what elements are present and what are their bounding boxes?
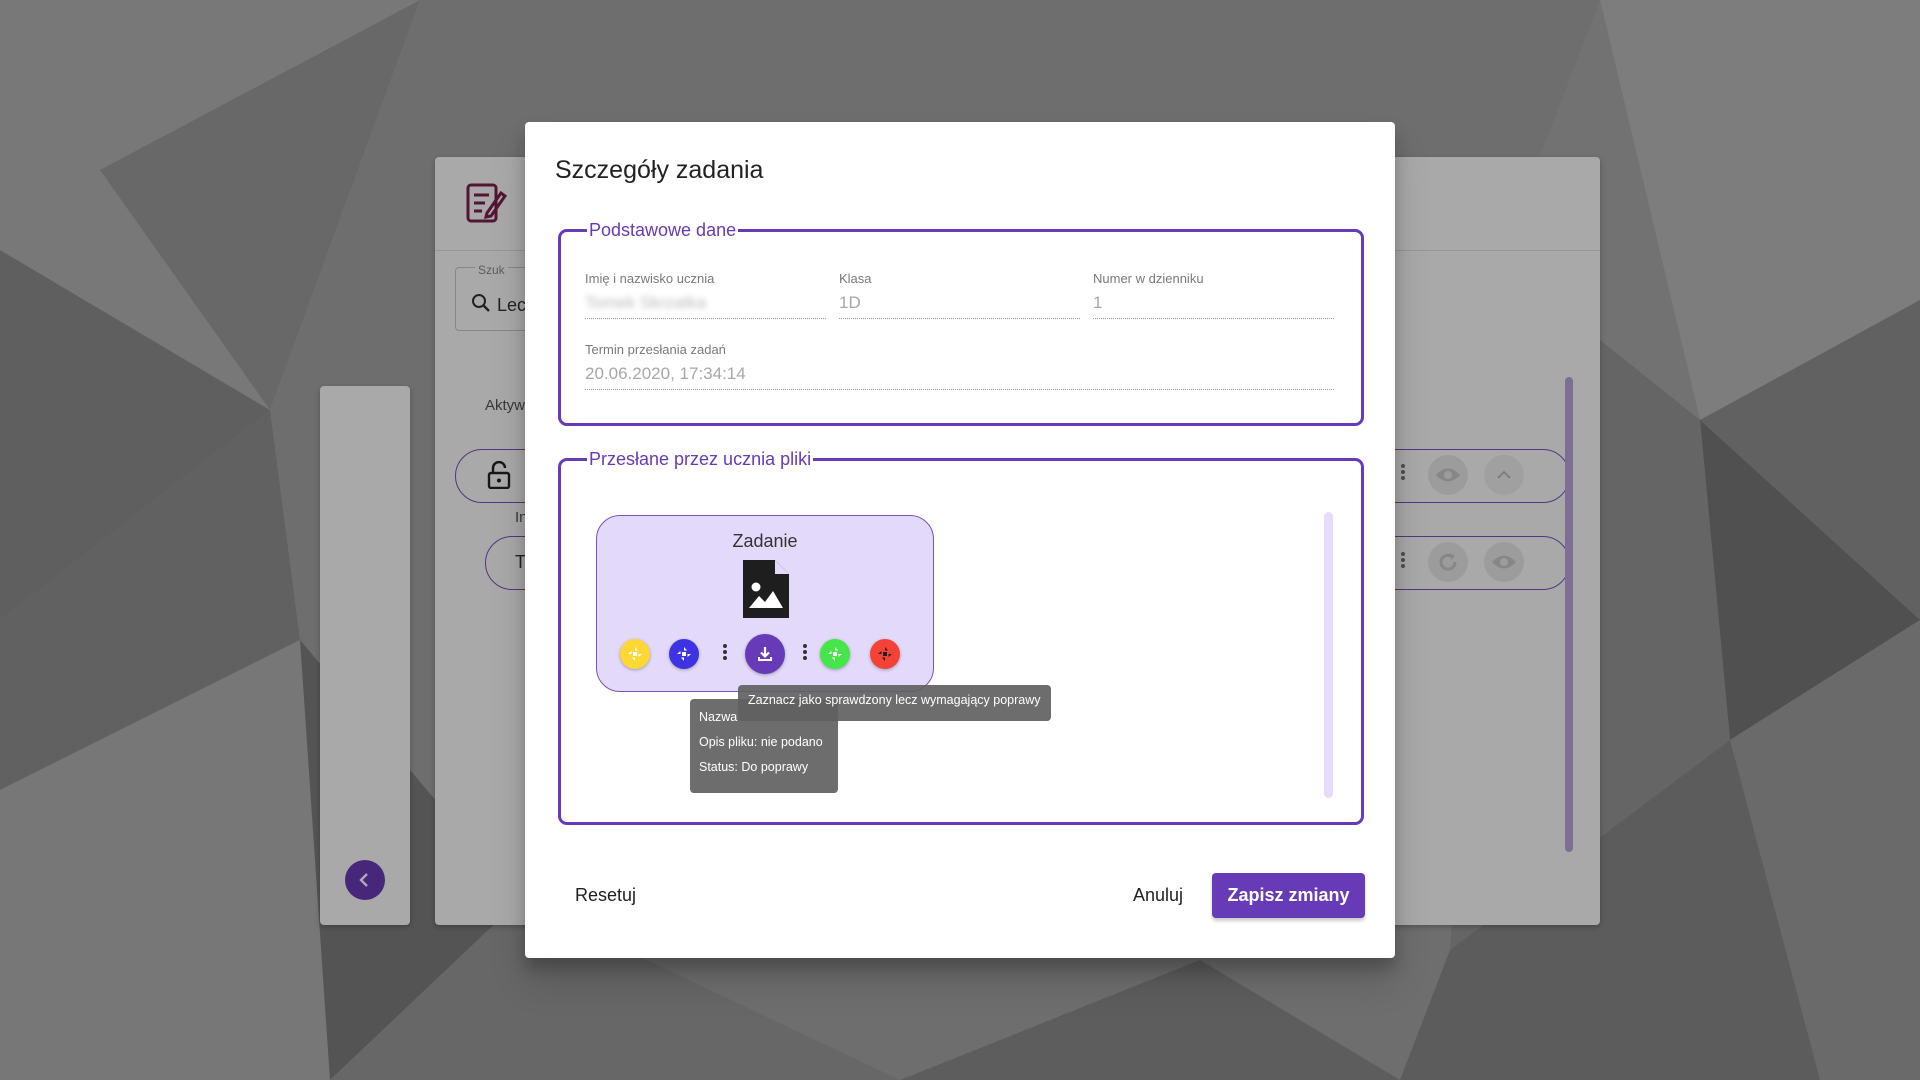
task-details-dialog: Szczegóły zadania Podstawowe dane Imię i… <box>525 122 1395 958</box>
more-vert-icon[interactable] <box>722 642 728 662</box>
mark-green-button[interactable] <box>820 639 850 669</box>
class-field: Klasa 1D <box>839 271 1080 319</box>
section-legend: Podstawowe dane <box>589 220 737 240</box>
field-value: 20.06.2020, 17:34:14 <box>585 364 746 383</box>
tooltip-description-line: Opis pliku: nie podano <box>699 735 823 749</box>
field-value: 1 <box>1093 293 1103 312</box>
student-name-field: Imię i nazwisko ucznia Tomek Skrzatka <box>585 271 826 319</box>
mark-green-icon <box>828 647 842 661</box>
tooltip-status-line: Status: Do poprawy <box>699 760 809 774</box>
field-label: Termin przesłania zadań <box>585 342 726 357</box>
download-button[interactable] <box>745 634 785 674</box>
mark-blue-button[interactable] <box>669 639 699 669</box>
image-file-icon <box>743 560 789 618</box>
field-value: 1D <box>839 293 861 312</box>
field-value: Tomek Skrzatka <box>585 293 706 312</box>
section-legend: Przesłane przez ucznia pliki <box>589 449 812 469</box>
file-title: Zadanie <box>732 531 798 551</box>
journal-number-field: Numer w dzienniku 1 <box>1093 271 1334 319</box>
files-scrollbar[interactable] <box>1324 512 1333 798</box>
mark-yellow-icon <box>628 647 642 661</box>
uploaded-files-section: Przesłane przez ucznia pliki Zadanie <box>558 449 1364 825</box>
dialog-title: Szczegóły zadania <box>555 156 764 184</box>
basic-data-section: Podstawowe dane Imię i nazwisko ucznia T… <box>558 220 1364 426</box>
cancel-button[interactable]: Anuluj <box>1133 885 1183 906</box>
field-label: Imię i nazwisko ucznia <box>585 271 715 286</box>
save-button[interactable]: Zapisz zmiany <box>1212 873 1365 918</box>
mark-blue-icon <box>677 647 691 661</box>
deadline-field: Termin przesłania zadań 20.06.2020, 17:3… <box>585 342 1334 390</box>
action-tooltip: Zaznacz jako sprawdzony lecz wymagający … <box>738 685 1051 721</box>
reset-button[interactable]: Resetuj <box>575 885 636 906</box>
mark-yellow-button[interactable] <box>620 639 650 669</box>
field-label: Klasa <box>839 271 872 286</box>
mark-red-icon <box>878 647 892 661</box>
more-vert-icon[interactable] <box>802 642 808 662</box>
mark-red-button[interactable] <box>870 639 900 669</box>
field-label: Numer w dzienniku <box>1093 271 1204 286</box>
file-card[interactable]: Zadanie <box>596 515 934 692</box>
download-icon <box>758 647 772 661</box>
